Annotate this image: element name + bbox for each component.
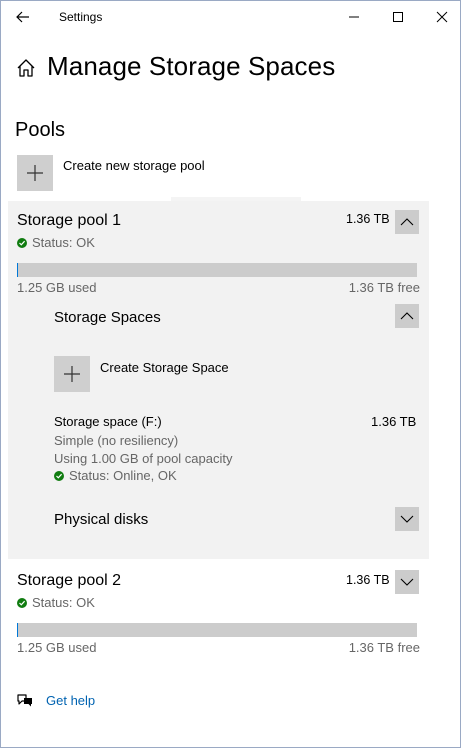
title-bar: Settings: [1, 1, 460, 33]
pool-free-label: 1.36 TB free: [348, 640, 420, 655]
pools-section-title: Pools: [15, 119, 66, 141]
storage-space-capacity: Using 1.00 GB of pool capacity: [54, 451, 233, 466]
storage-space-size: 1.36 TB: [371, 414, 417, 429]
plus-icon: [27, 165, 43, 181]
create-pool-button[interactable]: [17, 155, 53, 191]
status-ok-icon: [17, 597, 27, 608]
get-help-link[interactable]: Get help: [46, 693, 95, 708]
status-ok-icon: [54, 470, 64, 481]
pool-name: Storage pool 2: [17, 572, 122, 589]
close-icon: [436, 11, 448, 23]
plus-icon: [64, 366, 80, 382]
status-ok-icon: [17, 237, 27, 248]
pool-size: 1.36 TB: [346, 212, 390, 226]
help-chat-icon[interactable]: [16, 692, 34, 708]
chevron-up-icon: [400, 218, 414, 226]
pool-used-label: 1.25 GB used: [17, 280, 97, 295]
close-button[interactable]: [419, 3, 461, 31]
chevron-down-icon: [400, 515, 414, 523]
back-arrow-icon[interactable]: [11, 5, 35, 29]
pool-used-label: 1.25 GB used: [17, 640, 97, 655]
page-title: Manage Storage Spaces: [47, 51, 336, 81]
home-icon[interactable]: [15, 57, 37, 79]
storage-space-resiliency: Simple (no resiliency): [54, 433, 179, 448]
pool-status: Status: OK: [17, 595, 95, 610]
minimize-icon: [349, 16, 359, 18]
chevron-down-icon: [400, 578, 414, 586]
storage-space-name[interactable]: Storage space (F:): [54, 414, 162, 429]
maximize-icon: [393, 12, 403, 22]
chevron-up-icon: [400, 312, 414, 320]
physical-disks-header: Physical disks: [54, 511, 149, 528]
maximize-button[interactable]: [375, 3, 421, 31]
expand-pool-button[interactable]: [395, 570, 419, 594]
storage-space-status-text: Status: Online, OK: [69, 468, 177, 483]
create-storage-space-label[interactable]: Create Storage Space: [100, 360, 229, 375]
storage-spaces-header: Storage Spaces: [54, 309, 161, 326]
create-pool-label[interactable]: Create new storage pool: [63, 158, 205, 173]
minimize-button[interactable]: [331, 3, 377, 31]
window-title: Settings: [59, 10, 103, 24]
settings-window: Settings Manage Storage Spaces Pools Cre…: [0, 0, 461, 748]
storage-space-status: Status: Online, OK: [54, 468, 177, 483]
collapse-pool-button[interactable]: [395, 210, 419, 234]
pool-status: Status: OK: [17, 235, 95, 250]
expand-physical-disks-button[interactable]: [395, 507, 419, 531]
pool-name: Storage pool 1: [17, 212, 122, 229]
pool-usage-bar: [17, 623, 417, 637]
pool-status-text: Status: OK: [32, 235, 95, 250]
pool-free-label: 1.36 TB free: [348, 280, 420, 295]
pool-status-text: Status: OK: [32, 595, 95, 610]
pool-size: 1.36 TB: [346, 573, 390, 587]
collapse-storage-spaces-button[interactable]: [395, 304, 419, 328]
create-storage-space-button[interactable]: [54, 356, 90, 392]
pool-usage-bar: [17, 263, 417, 277]
